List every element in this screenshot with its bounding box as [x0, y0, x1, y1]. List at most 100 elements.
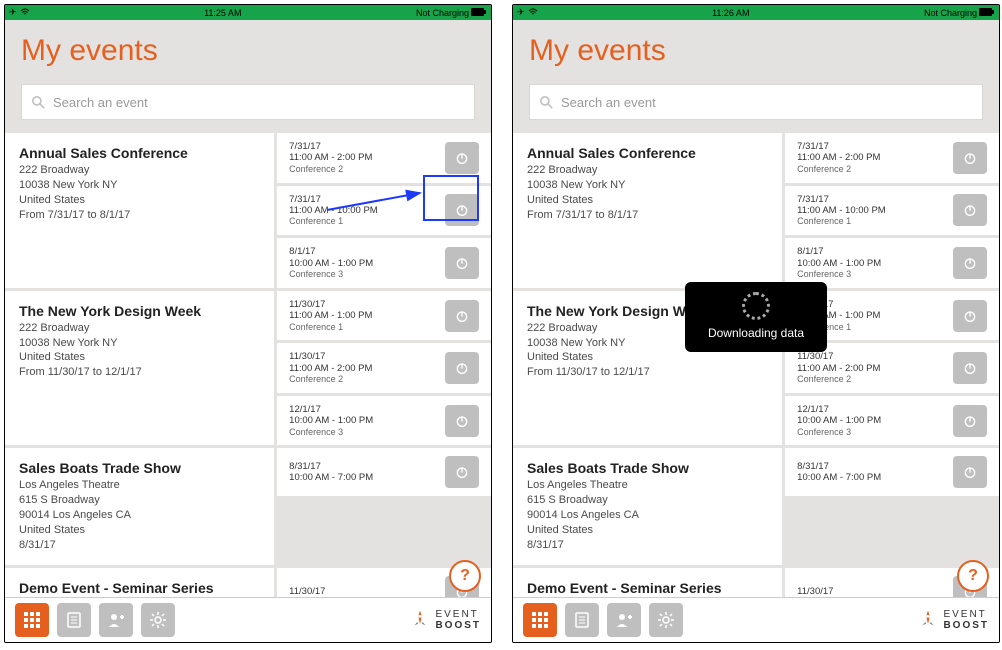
session-date: 11/30/17 — [797, 351, 880, 362]
session-date: 8/31/17 — [797, 461, 881, 472]
session-room: Conference 3 — [797, 269, 881, 280]
tab-events[interactable] — [15, 603, 49, 637]
help-button[interactable]: ? — [957, 560, 989, 592]
search-icon — [540, 96, 553, 109]
event-range: From 7/31/17 to 8/1/17 — [527, 208, 768, 223]
tab-list[interactable] — [57, 603, 91, 637]
event-info[interactable]: Sales Boats Trade Show Los Angeles Theatr… — [5, 448, 277, 564]
help-button[interactable]: ? — [449, 560, 481, 592]
session-row: 7/31/1711:00 AM - 10:00 PMConference 1 — [785, 186, 999, 239]
download-button[interactable] — [445, 194, 479, 226]
event-country: United States — [527, 523, 768, 538]
session-meta: 8/1/1710:00 AM - 1:00 PMConference 3 — [289, 246, 373, 280]
session-date: 12/1/17 — [797, 404, 881, 415]
download-button[interactable] — [445, 405, 479, 437]
session-row: 12/1/1710:00 AM - 1:00 PMConference 3 — [785, 396, 999, 446]
event-block: Annual Sales Conference222 Broadway10038… — [513, 130, 999, 288]
bottom-bar: EVENTBOOST — [5, 597, 491, 642]
status-time: 11:25 AM — [204, 8, 241, 18]
event-addr2: 615 S Broadway — [527, 493, 768, 508]
download-button[interactable] — [953, 247, 987, 279]
tab-settings[interactable] — [649, 603, 683, 637]
downloading-overlay: Downloading data — [685, 282, 827, 352]
event-name: Sales Boats Trade Show — [527, 460, 768, 476]
session-date: 7/31/17 — [797, 194, 886, 205]
download-button[interactable] — [445, 456, 479, 488]
search-input[interactable]: Search an event — [529, 84, 983, 120]
session-date: 8/1/17 — [797, 246, 881, 257]
power-icon — [454, 255, 470, 271]
session-row: 8/1/1710:00 AM - 1:00 PMConference 3 — [277, 238, 491, 288]
download-button[interactable] — [953, 300, 987, 332]
session-row: 8/1/1710:00 AM - 1:00 PMConference 3 — [785, 238, 999, 288]
session-time: 11:00 AM - 10:00 PM — [289, 205, 378, 216]
session-meta: 11/30/1711:00 AM - 2:00 PMConference 2 — [289, 351, 372, 385]
event-country: United States — [527, 193, 768, 208]
session-time: 11:00 AM - 1:00 PM — [289, 310, 372, 321]
power-icon — [454, 150, 470, 166]
event-name: Annual Sales Conference — [19, 145, 260, 161]
session-meta: 7/31/1711:00 AM - 10:00 PMConference 1 — [289, 194, 378, 228]
session-meta: 8/31/1710:00 AM - 7:00 PM — [797, 461, 881, 484]
download-button[interactable] — [953, 194, 987, 226]
event-info[interactable]: Annual Sales Conference222 Broadway10038… — [5, 133, 277, 288]
session-date: 11/30/17 — [797, 586, 833, 597]
airplane-icon: ✈ — [9, 7, 17, 18]
session-meta: 11/30/17 — [797, 586, 833, 597]
event-info[interactable]: Demo Event - Seminar Series — [513, 568, 785, 598]
session-date: 7/31/17 — [797, 141, 880, 152]
power-icon — [454, 413, 470, 429]
tab-add-user[interactable] — [607, 603, 641, 637]
event-info[interactable]: Demo Event - Seminar Series — [5, 568, 277, 598]
overlay-text: Downloading data — [701, 326, 811, 340]
event-info[interactable]: Annual Sales Conference222 Broadway10038… — [513, 133, 785, 288]
event-addr3: 90014 Los Angeles CA — [19, 508, 260, 523]
session-room: Conference 3 — [797, 427, 881, 438]
power-icon — [962, 255, 978, 271]
download-button[interactable] — [445, 352, 479, 384]
session-room: Conference 2 — [289, 374, 372, 385]
event-info[interactable]: The New York Design Week222 Broadway1003… — [5, 291, 277, 446]
download-button[interactable] — [953, 405, 987, 437]
event-addr1: Los Angeles Theatre — [527, 478, 768, 493]
event-addr1: Los Angeles Theatre — [19, 478, 260, 493]
session-meta: 11/30/17 — [289, 586, 325, 597]
session-time: 10:00 AM - 1:00 PM — [797, 415, 881, 426]
event-name: Demo Event - Seminar Series — [19, 580, 260, 596]
event-name: Annual Sales Conference — [527, 145, 768, 161]
event-range: 8/31/17 — [527, 538, 768, 553]
event-name: Sales Boats Trade Show — [19, 460, 260, 476]
event-country: United States — [19, 523, 260, 538]
session-row: 7/31/1711:00 AM - 2:00 PMConference 2 — [785, 133, 999, 186]
download-button[interactable] — [445, 247, 479, 279]
event-addr1: 222 Broadway — [19, 163, 260, 178]
power-icon — [962, 464, 978, 480]
event-country: United States — [527, 350, 768, 365]
event-range: From 7/31/17 to 8/1/17 — [19, 208, 260, 223]
download-button[interactable] — [953, 456, 987, 488]
event-country: United States — [19, 350, 260, 365]
status-charge: Not Charging — [416, 8, 469, 18]
download-button[interactable] — [953, 352, 987, 384]
event-block: Annual Sales Conference222 Broadway10038… — [5, 130, 491, 288]
session-room: Conference 1 — [797, 216, 886, 227]
event-info[interactable]: Sales Boats Trade Show Los Angeles Theatr… — [513, 448, 785, 564]
search-input[interactable]: Search an event — [21, 84, 475, 120]
tab-events[interactable] — [523, 603, 557, 637]
download-button[interactable] — [445, 142, 479, 174]
tab-list[interactable] — [565, 603, 599, 637]
tab-add-user[interactable] — [99, 603, 133, 637]
download-button[interactable] — [953, 142, 987, 174]
power-icon — [962, 308, 978, 324]
power-icon — [962, 413, 978, 429]
search-icon — [32, 96, 45, 109]
session-date: 7/31/17 — [289, 194, 378, 205]
session-time: 10:00 AM - 1:00 PM — [289, 258, 373, 269]
tab-settings[interactable] — [141, 603, 175, 637]
bottom-bar: EVENTBOOST — [513, 597, 999, 642]
session-time: 10:00 AM - 7:00 PM — [797, 472, 881, 483]
wifi-icon — [20, 8, 30, 18]
status-charge: Not Charging — [924, 8, 977, 18]
download-button[interactable] — [445, 300, 479, 332]
event-block: The New York Design Week222 Broadway1003… — [5, 288, 491, 446]
